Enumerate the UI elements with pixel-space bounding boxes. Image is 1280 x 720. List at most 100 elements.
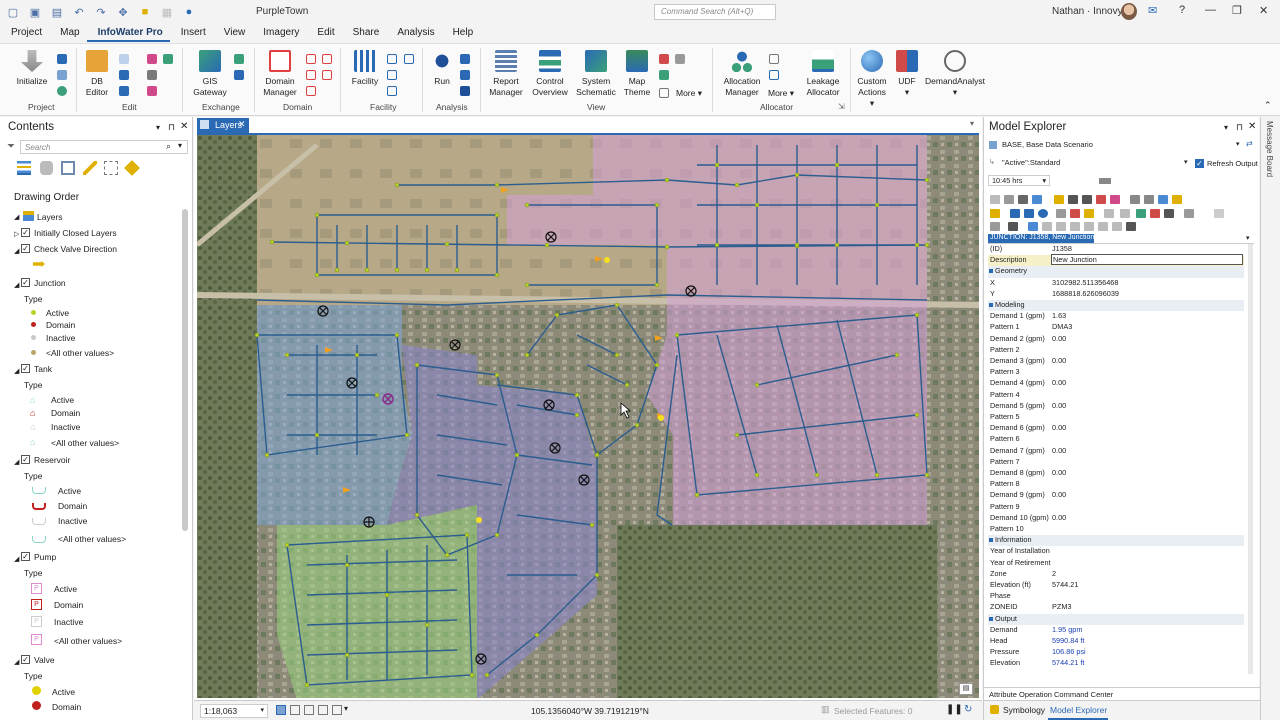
property-row[interactable]: Description New Junction bbox=[988, 254, 1244, 267]
layer-reservoir[interactable]: Reservoir bbox=[34, 455, 70, 465]
minimize-icon[interactable]: — bbox=[1205, 4, 1216, 16]
expand-icon[interactable]: ◢ bbox=[14, 367, 19, 375]
pin-icon[interactable]: ⊓ bbox=[168, 122, 175, 133]
property-row[interactable]: Y 1688818.626096039 bbox=[988, 289, 1244, 300]
expand-icon[interactable]: ◢ bbox=[14, 281, 19, 289]
layer-root-label[interactable]: Layers bbox=[27, 212, 63, 222]
initialize-button[interactable]: Initialize bbox=[14, 50, 50, 87]
open-project-icon[interactable]: ▣ bbox=[26, 4, 44, 20]
property-row[interactable]: Demand 3 (gpm) 0.00 bbox=[988, 356, 1244, 367]
toolbar-icon[interactable] bbox=[1126, 222, 1136, 231]
project-tool-icon[interactable] bbox=[57, 86, 67, 96]
toolbar-icon[interactable] bbox=[1104, 209, 1114, 218]
property-row[interactable]: Pattern 5 bbox=[988, 412, 1244, 423]
allocation-manager-button[interactable]: Allocation Manager bbox=[720, 50, 764, 98]
domain-tool-icon[interactable] bbox=[306, 70, 316, 80]
network-map[interactable] bbox=[197, 135, 979, 698]
tab-options-icon[interactable]: ▾ bbox=[970, 119, 974, 128]
pressure-zone-pink-east[interactable] bbox=[647, 295, 927, 525]
restore-icon[interactable]: ❐ bbox=[1232, 4, 1242, 17]
property-row[interactable]: Demand 4 (gpm) 0.00 bbox=[988, 378, 1244, 389]
undo-icon[interactable]: ↶ bbox=[70, 4, 88, 20]
facility-button[interactable]: Facility bbox=[348, 50, 382, 87]
attribute-scrollbar[interactable] bbox=[1248, 244, 1253, 674]
tab-operation[interactable]: Operation bbox=[1019, 690, 1052, 699]
pressure-zone-green[interactable] bbox=[277, 505, 477, 698]
property-row[interactable]: Demand 7 (gpm) 0.00 bbox=[988, 446, 1244, 457]
layer-valve[interactable]: Valve bbox=[34, 655, 55, 665]
property-row[interactable]: Pattern 9 bbox=[988, 502, 1244, 513]
redo-icon[interactable]: ↷ bbox=[92, 4, 110, 20]
search-icon[interactable]: ⌕ bbox=[166, 141, 171, 152]
property-row[interactable]: Pattern 3 bbox=[988, 367, 1244, 378]
menu-help[interactable]: Help bbox=[442, 24, 481, 42]
toolbar-icon[interactable] bbox=[1184, 209, 1194, 218]
toolbar-icon[interactable] bbox=[1018, 195, 1028, 204]
layer-visibility-checkbox[interactable]: ✓ bbox=[21, 364, 30, 373]
toolbar-icon[interactable] bbox=[1096, 195, 1106, 204]
exchange-tool-icon[interactable] bbox=[234, 70, 244, 80]
collapse-section-icon[interactable] bbox=[989, 269, 993, 274]
toolbar-icon[interactable] bbox=[1056, 209, 1066, 218]
toolbar-icon[interactable] bbox=[1004, 195, 1014, 204]
header-dropdown-icon[interactable]: ▾ bbox=[1246, 234, 1250, 242]
expand-icon[interactable]: ◢ bbox=[14, 458, 19, 466]
property-row[interactable]: Pattern 1 DMA3 bbox=[988, 322, 1244, 333]
move-icon[interactable]: ✥ bbox=[114, 4, 132, 20]
toolbar-icon[interactable] bbox=[1056, 222, 1066, 231]
scenario-selector[interactable]: BASE, Base Data Scenario bbox=[1002, 140, 1093, 149]
list-by-labeling-icon[interactable] bbox=[124, 160, 140, 176]
property-row[interactable]: Demand 8 (gpm) 0.00 bbox=[988, 468, 1244, 479]
layer-visibility-checkbox[interactable]: ✓ bbox=[21, 228, 30, 237]
toolbar-icon[interactable] bbox=[1136, 209, 1146, 218]
table-icon[interactable]: ▦ bbox=[158, 4, 176, 20]
gis-gateway-button[interactable]: GIS Gateway bbox=[191, 50, 229, 98]
toolbar-icon[interactable] bbox=[1084, 209, 1094, 218]
scenario-action-icon[interactable]: ⇄ bbox=[1246, 139, 1253, 148]
property-section-header[interactable]: Geometry bbox=[988, 266, 1244, 278]
dialog-launcher-icon[interactable]: ⇲ bbox=[838, 102, 845, 111]
property-row[interactable]: Head 5990.84 ft bbox=[988, 636, 1244, 647]
toolbar-icon[interactable] bbox=[1150, 209, 1160, 218]
report-manager-button[interactable]: Report Manager bbox=[488, 50, 524, 98]
edit-icon[interactable] bbox=[119, 86, 129, 96]
map-scale-input[interactable]: 1:18,063 ▾ bbox=[200, 704, 268, 718]
property-row[interactable]: Demand 2 (gpm) 0.00 bbox=[988, 334, 1244, 345]
leakage-allocator-button[interactable]: Leakage Allocator bbox=[802, 50, 844, 98]
domain-tool-icon[interactable] bbox=[322, 70, 332, 80]
map-tool-icon[interactable] bbox=[332, 705, 342, 715]
property-row[interactable]: Pattern 7 bbox=[988, 457, 1244, 468]
scenario-dropdown-icon[interactable]: ▾ bbox=[1236, 140, 1240, 148]
expand-layers-icon[interactable]: ◢ bbox=[14, 213, 19, 221]
property-row[interactable]: Pattern 6 bbox=[988, 434, 1244, 445]
property-row[interactable]: Demand 6 (gpm) 0.00 bbox=[988, 423, 1244, 434]
toolbar-icon[interactable] bbox=[1070, 209, 1080, 218]
avatar[interactable] bbox=[1121, 3, 1137, 20]
property-row[interactable]: Zone 2 bbox=[988, 569, 1244, 580]
property-row[interactable]: Pressure 106.86 psi bbox=[988, 647, 1244, 658]
facility-tool-icon[interactable] bbox=[387, 54, 397, 64]
view-tool-icon[interactable] bbox=[675, 54, 685, 64]
facility-tool-icon[interactable] bbox=[387, 70, 397, 80]
refresh-output-checkbox[interactable]: ✓ bbox=[1195, 159, 1204, 168]
toolbar-icon[interactable] bbox=[990, 209, 1000, 218]
map-tool-icon[interactable] bbox=[318, 705, 328, 715]
property-row[interactable]: Phase bbox=[988, 591, 1244, 602]
toolbar-icon[interactable] bbox=[1084, 222, 1094, 231]
domain-tool-icon[interactable] bbox=[306, 86, 316, 96]
list-by-snapping-icon[interactable] bbox=[104, 161, 118, 175]
toolbar-icon[interactable] bbox=[990, 195, 1000, 204]
property-row[interactable]: Demand 5 (gpm) 0.00 bbox=[988, 401, 1244, 412]
edit-tool-icon[interactable] bbox=[163, 54, 173, 64]
udf-button[interactable]: UDF ▾ bbox=[896, 50, 918, 98]
analysis-tool-icon[interactable] bbox=[460, 54, 470, 64]
folder-icon[interactable]: ■ bbox=[136, 4, 154, 20]
pause-drawing-icon[interactable]: ❚❚ bbox=[946, 704, 963, 715]
contents-scrollbar[interactable] bbox=[182, 209, 188, 531]
property-value[interactable]: New Junction bbox=[1051, 254, 1243, 266]
edit-tool-icon[interactable] bbox=[147, 86, 157, 96]
menu-analysis[interactable]: Analysis bbox=[386, 24, 441, 42]
collapse-section-icon[interactable] bbox=[989, 303, 993, 307]
new-project-icon[interactable]: ▢ bbox=[4, 4, 22, 20]
menu-share[interactable]: Share bbox=[342, 24, 387, 42]
